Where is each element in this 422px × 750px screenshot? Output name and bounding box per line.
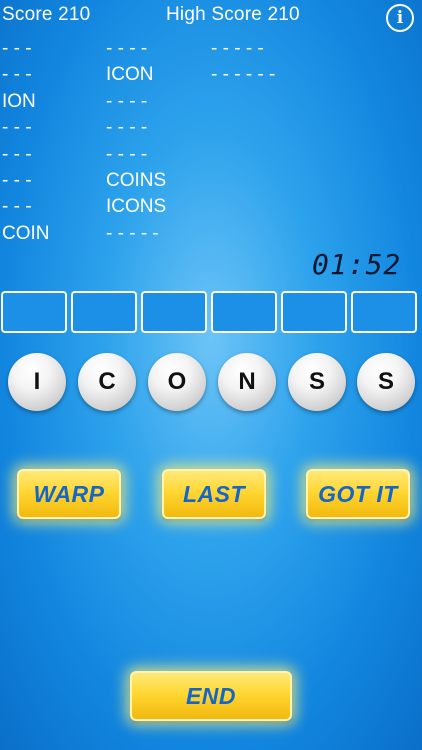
answer-slot[interactable] bbox=[1, 291, 67, 333]
answer-slots bbox=[1, 291, 421, 333]
word-entry: - - - bbox=[2, 117, 32, 139]
word-entry: ICON bbox=[106, 64, 154, 86]
word-entry: - - - - - - bbox=[211, 64, 276, 86]
word-entry: - - - bbox=[2, 169, 32, 191]
word-entry: - - - - bbox=[106, 38, 148, 59]
word-entry: - - - - bbox=[106, 117, 148, 139]
letter-tile[interactable]: S bbox=[288, 353, 346, 411]
word-entry: - - - bbox=[2, 64, 32, 86]
word-entry: - - - - - bbox=[106, 222, 159, 244]
answer-slot[interactable] bbox=[281, 291, 347, 333]
word-entry: COIN bbox=[2, 222, 50, 244]
word-entry: ICONS bbox=[106, 196, 167, 218]
answer-slot[interactable] bbox=[211, 291, 277, 333]
info-glyph: i bbox=[396, 8, 404, 28]
word-entry: - - - bbox=[2, 143, 32, 165]
end-button[interactable]: END bbox=[130, 671, 292, 721]
word-column-2: - - - - ICON - - - - - - - - - - - - COINS ICO… bbox=[106, 36, 166, 247]
last-button[interactable]: LAST bbox=[162, 469, 266, 519]
word-entry: COINS bbox=[106, 169, 167, 191]
word-entry: - - - bbox=[2, 38, 32, 59]
word-entry: - - - bbox=[2, 196, 32, 218]
answer-slot[interactable] bbox=[141, 291, 207, 333]
timer: 01:52 bbox=[312, 248, 402, 281]
warp-button[interactable]: WARP bbox=[17, 469, 121, 519]
high-score-label: High Score 210 bbox=[166, 4, 300, 25]
answer-slot[interactable] bbox=[71, 291, 137, 333]
word-entry: - - - - bbox=[106, 143, 148, 165]
letter-tile[interactable]: I bbox=[8, 353, 66, 411]
score-label: Score 210 bbox=[2, 4, 91, 25]
word-entry: ION bbox=[2, 90, 36, 112]
word-column-1: - - - - - - ION - - - - - - - - - - - - COIN bbox=[2, 36, 50, 247]
letter-tile[interactable]: O bbox=[148, 353, 206, 411]
word-column-3: - - - - - - - - - - - bbox=[211, 36, 275, 89]
word-entry: - - - - bbox=[106, 90, 148, 112]
letter-tile[interactable]: N bbox=[218, 353, 276, 411]
letter-tile[interactable]: C bbox=[78, 353, 136, 411]
info-icon[interactable]: i bbox=[386, 4, 414, 32]
got-it-button[interactable]: GOT IT bbox=[306, 469, 410, 519]
answer-slot[interactable] bbox=[351, 291, 417, 333]
word-entry: - - - - - bbox=[211, 38, 264, 59]
letter-tile[interactable]: S bbox=[357, 353, 415, 411]
